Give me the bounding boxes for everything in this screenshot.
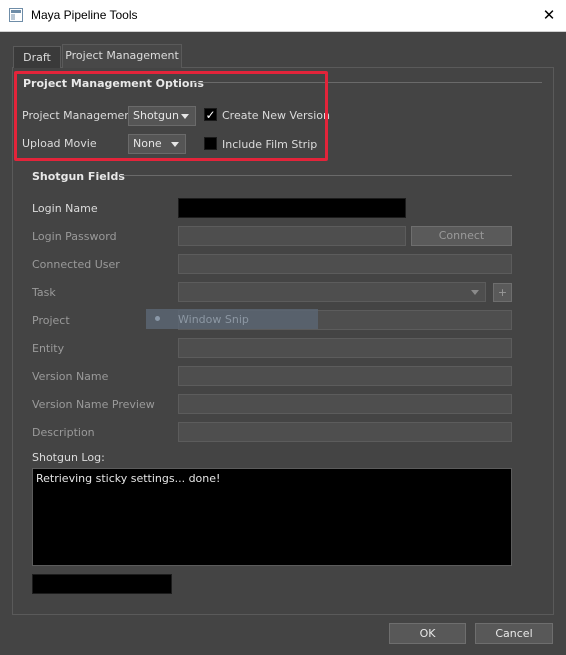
task-label: Task: [32, 286, 56, 299]
shotgun-log-label: Shotgun Log:: [32, 451, 105, 464]
progress-bar: [32, 574, 172, 594]
cancel-button[interactable]: Cancel: [475, 623, 553, 644]
entity-input[interactable]: [178, 338, 512, 358]
login-password-label: Login Password: [32, 230, 117, 243]
shotgun-fields-divider: [120, 175, 512, 176]
window-snip-label: Window Snip: [178, 313, 249, 326]
connect-button[interactable]: Connect: [411, 226, 512, 246]
shotgun-fields-heading: Shotgun Fields: [32, 170, 125, 183]
login-name-label: Login Name: [32, 202, 98, 215]
window-title: Maya Pipeline Tools: [31, 8, 138, 22]
project-label: Project: [32, 314, 70, 327]
version-name-input[interactable]: [178, 366, 512, 386]
version-name-label: Version Name: [32, 370, 109, 383]
snip-icon: [155, 316, 160, 321]
ok-button[interactable]: OK: [389, 623, 466, 644]
description-input[interactable]: [178, 422, 512, 442]
tab-project-management[interactable]: Project Management: [62, 44, 182, 68]
app-icon: [9, 8, 23, 22]
task-select[interactable]: [178, 282, 486, 302]
add-task-button[interactable]: +: [493, 283, 512, 302]
description-label: Description: [32, 426, 95, 439]
connected-user-input[interactable]: [178, 254, 512, 274]
shotgun-log[interactable]: Retrieving sticky settings... done!: [32, 468, 512, 566]
tab-draft[interactable]: Draft: [13, 46, 61, 68]
log-text: Retrieving sticky settings... done!: [36, 472, 221, 485]
connected-user-label: Connected User: [32, 258, 120, 271]
highlight-box: [14, 71, 328, 161]
entity-label: Entity: [32, 342, 65, 355]
version-preview-input[interactable]: [178, 394, 512, 414]
version-preview-label: Version Name Preview: [32, 398, 155, 411]
login-name-input[interactable]: [178, 198, 406, 218]
chevron-down-icon: [471, 290, 479, 295]
close-button[interactable]: ✕: [536, 4, 562, 26]
login-password-input[interactable]: [178, 226, 406, 246]
